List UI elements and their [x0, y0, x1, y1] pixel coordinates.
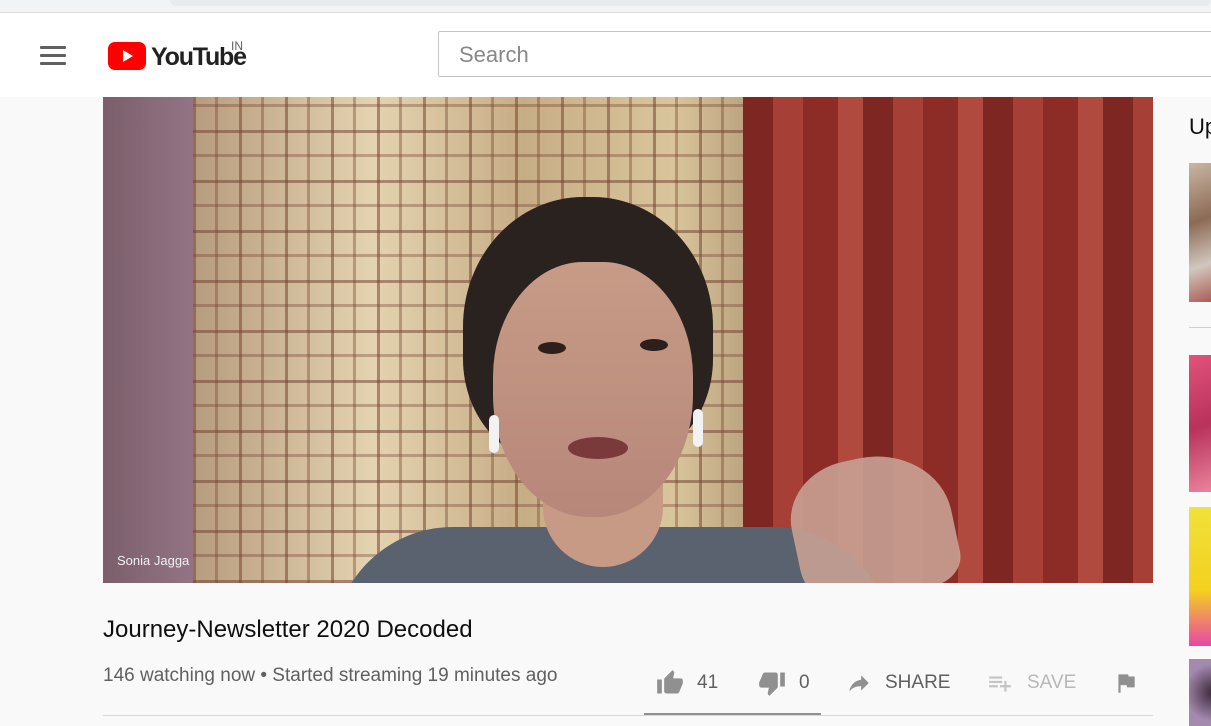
- video-frame-wall: [103, 97, 203, 583]
- save-button[interactable]: SAVE: [985, 660, 1076, 706]
- video-frame-mouth: [568, 437, 628, 459]
- dislike-button[interactable]: 0: [757, 660, 810, 706]
- recommended-thumbnail[interactable]: [1189, 355, 1211, 492]
- dislike-count: 0: [799, 672, 810, 693]
- description-divider: [103, 715, 1153, 716]
- video-frame-earbud: [489, 415, 499, 453]
- flag-icon: [1118, 674, 1135, 693]
- thumbs-down-icon: [759, 672, 785, 696]
- up-next-heading: Up next: [1189, 114, 1211, 139]
- browser-tab[interactable]: [170, 0, 1211, 6]
- report-button[interactable]: [1113, 660, 1139, 706]
- video-title: Journey-Newsletter 2020 Decoded: [103, 616, 473, 643]
- search-box[interactable]: [438, 31, 1211, 78]
- share-button[interactable]: SHARE: [845, 660, 950, 706]
- thumbs-up-icon: [657, 670, 683, 694]
- country-code: IN: [231, 39, 243, 53]
- video-frame-eye: [640, 339, 668, 351]
- video-actions: 41 0 SHARE SAVE: [645, 660, 1155, 710]
- youtube-play-icon: [108, 42, 146, 70]
- recommended-thumbnail[interactable]: [1189, 507, 1211, 646]
- recommended-thumbnail[interactable]: [1189, 659, 1211, 726]
- search-input[interactable]: [457, 32, 1201, 78]
- share-label: SHARE: [885, 672, 951, 693]
- sidebar-divider: [1189, 327, 1211, 328]
- playlist-add-icon: [989, 676, 1011, 692]
- video-frame-earbud: [693, 409, 703, 447]
- video-player[interactable]: Sonia Jagga: [103, 97, 1153, 583]
- video-frame-face: [493, 262, 693, 517]
- masthead: YouTube IN: [0, 13, 1211, 97]
- menu-icon[interactable]: [38, 44, 68, 68]
- youtube-logo[interactable]: YouTube IN: [108, 39, 258, 75]
- share-arrow-icon: [849, 675, 869, 692]
- video-meta: 146 watching now • Started streaming 19 …: [103, 665, 558, 686]
- participant-name-tag: Sonia Jagga: [117, 553, 190, 568]
- up-next-thumbnail[interactable]: [1189, 163, 1211, 302]
- like-count: 41: [697, 672, 719, 693]
- like-button[interactable]: 41: [655, 660, 718, 706]
- save-label: SAVE: [1027, 672, 1077, 693]
- browser-tab-strip: [0, 0, 1211, 13]
- video-frame-eye: [538, 342, 566, 354]
